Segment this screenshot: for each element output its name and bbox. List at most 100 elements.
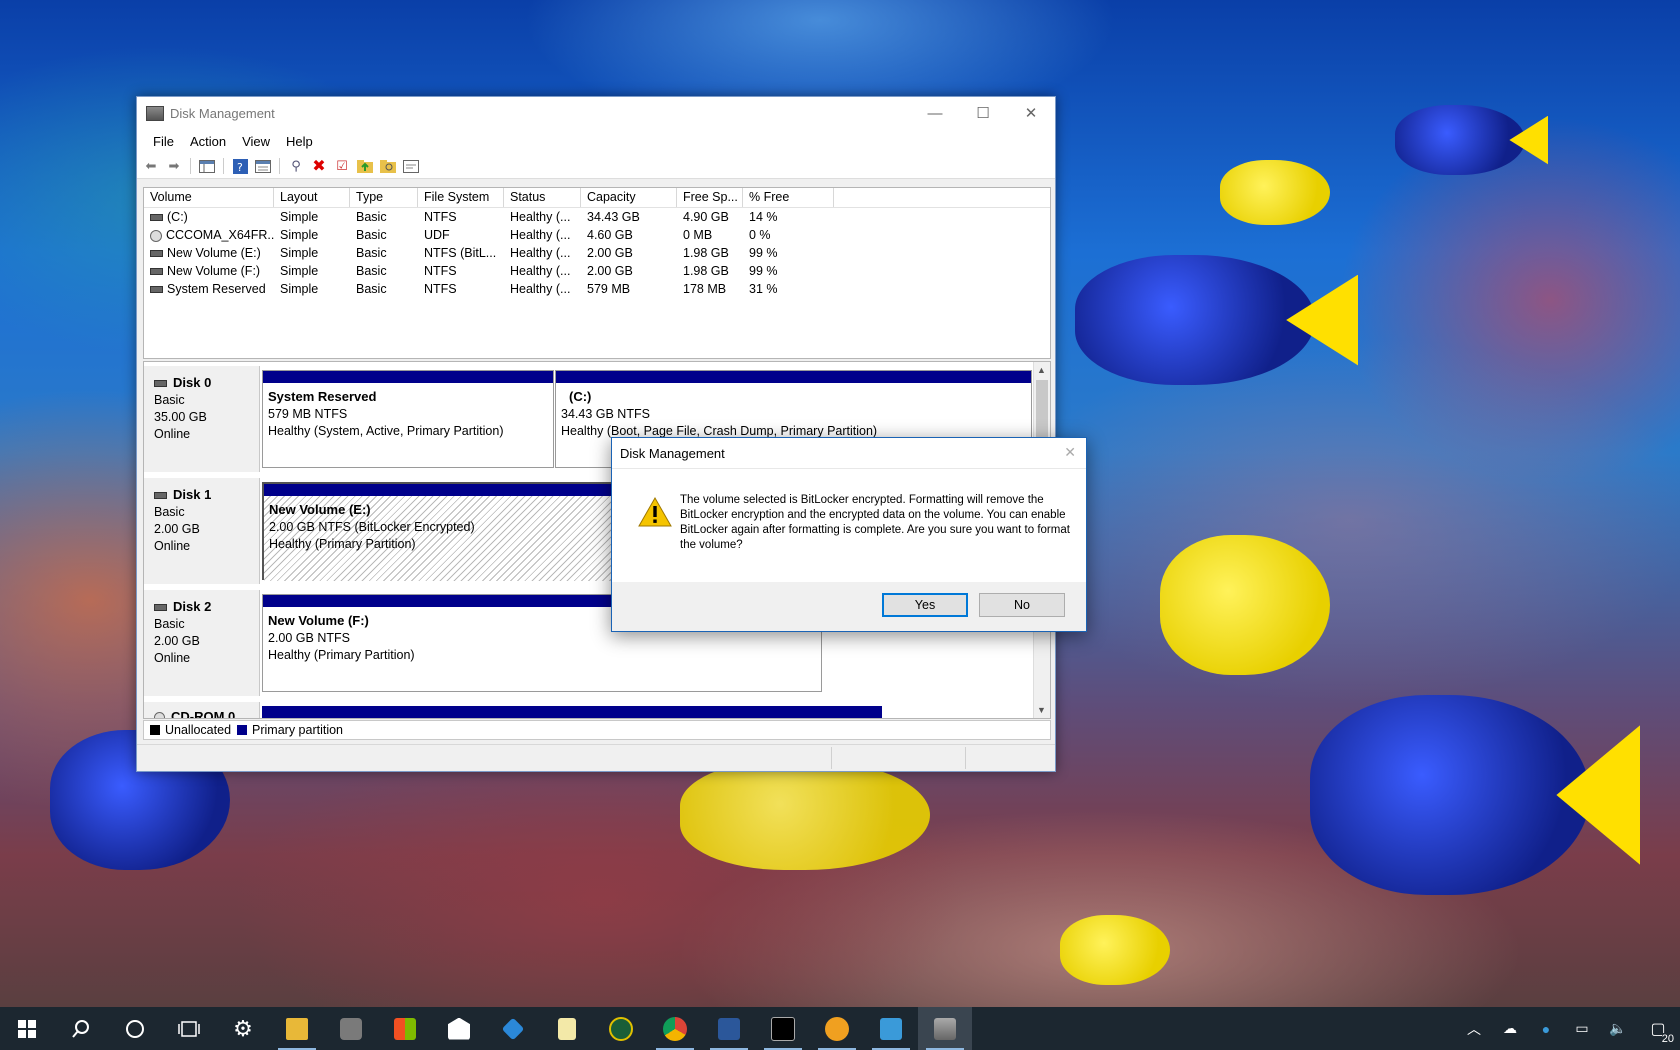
settings-icon[interactable]: ⚙ bbox=[216, 1007, 270, 1050]
menu-action[interactable]: Action bbox=[182, 134, 234, 149]
yes-button[interactable]: Yes bbox=[882, 593, 968, 617]
table-cell: Simple bbox=[280, 228, 319, 242]
volume-name: CCCOMA_X64FR... bbox=[166, 228, 274, 242]
onedrive-icon[interactable]: ☁ bbox=[1492, 1020, 1528, 1037]
column-header-type[interactable]: Type bbox=[350, 188, 418, 207]
task-view-icon[interactable] bbox=[162, 1007, 216, 1050]
menu-view[interactable]: View bbox=[234, 134, 278, 149]
table-cell: Basic bbox=[356, 246, 387, 260]
disk-label[interactable]: Disk 2 Basic 2.00 GB Online bbox=[144, 590, 260, 696]
app-icon[interactable] bbox=[810, 1007, 864, 1050]
column-header-file-system[interactable]: File System bbox=[418, 188, 504, 207]
legend: Unallocated Primary partition bbox=[143, 720, 1051, 740]
notepad-icon[interactable] bbox=[540, 1007, 594, 1050]
forward-arrow-icon[interactable]: ➡ bbox=[164, 157, 184, 175]
store-icon[interactable] bbox=[378, 1007, 432, 1050]
column-header-percent-free[interactable]: % Free bbox=[743, 188, 834, 207]
file-explorer-icon[interactable] bbox=[270, 1007, 324, 1050]
toolbar-separator bbox=[279, 158, 280, 174]
disk-size: 2.00 GB bbox=[154, 522, 200, 536]
volume-list[interactable]: Volume Layout Type File System Status Ca… bbox=[143, 187, 1051, 359]
cd-drive-icon bbox=[154, 712, 165, 718]
column-header-status[interactable]: Status bbox=[504, 188, 581, 207]
disk-state: Online bbox=[154, 651, 191, 665]
maximize-button[interactable]: ☐ bbox=[959, 97, 1007, 129]
table-row[interactable]: (C:) Simple Basic NTFS Healthy (... 34.4… bbox=[144, 208, 1050, 226]
partition-name: (C:) bbox=[569, 389, 592, 404]
properties-view-icon[interactable] bbox=[253, 157, 273, 175]
scroll-down-icon[interactable]: ▼ bbox=[1037, 705, 1046, 715]
drive-icon bbox=[150, 268, 163, 276]
folder-up-icon[interactable] bbox=[355, 157, 375, 175]
status-pane bbox=[965, 747, 1054, 769]
partition-system-reserved[interactable]: System Reserved 579 MB NTFS Healthy (Sys… bbox=[262, 370, 554, 468]
show-hide-console-tree-icon[interactable] bbox=[197, 157, 217, 175]
disk-label[interactable]: Disk 1 Basic 2.00 GB Online bbox=[144, 478, 260, 584]
format-confirm-dialog: Disk Management ✕ The volume selected is… bbox=[611, 437, 1087, 632]
word-icon[interactable] bbox=[702, 1007, 756, 1050]
check-icon[interactable]: ☑ bbox=[332, 157, 352, 175]
close-button[interactable]: ✕ bbox=[1007, 97, 1055, 129]
minimize-button[interactable]: — bbox=[911, 97, 959, 129]
app-icon[interactable] bbox=[486, 1007, 540, 1050]
title-bar[interactable]: Disk Management — ☐ ✕ bbox=[137, 97, 1055, 129]
network-icon[interactable]: ▭ bbox=[1564, 1020, 1600, 1037]
disk-size: 2.00 GB bbox=[154, 634, 200, 648]
chrome-icon[interactable] bbox=[648, 1007, 702, 1050]
table-cell: 4.60 GB bbox=[587, 228, 633, 242]
folder-search-icon[interactable] bbox=[378, 157, 398, 175]
scroll-up-icon[interactable]: ▲ bbox=[1037, 365, 1046, 375]
column-header-capacity[interactable]: Capacity bbox=[581, 188, 677, 207]
help-icon[interactable]: ? bbox=[230, 157, 250, 175]
volume-icon[interactable]: 🔈 bbox=[1600, 1020, 1636, 1037]
table-cell: 178 MB bbox=[683, 282, 727, 296]
table-cell: CCCOMA_X64FR... bbox=[144, 228, 274, 242]
scrollbar-thumb[interactable] bbox=[1036, 380, 1048, 440]
mail-icon[interactable] bbox=[432, 1007, 486, 1050]
app-tray-icon[interactable]: ● bbox=[1528, 1021, 1564, 1037]
column-header-free-space[interactable]: Free Sp... bbox=[677, 188, 743, 207]
app-icon[interactable] bbox=[864, 1007, 918, 1050]
table-cell: Simple bbox=[280, 210, 319, 224]
disk-management-icon[interactable] bbox=[918, 1007, 972, 1050]
table-row[interactable]: New Volume (E:) Simple Basic NTFS (BitL.… bbox=[144, 244, 1050, 262]
connect-disk-icon[interactable]: ⚲ bbox=[286, 157, 306, 175]
windows-start-icon[interactable] bbox=[0, 1007, 54, 1050]
disk-icon bbox=[154, 492, 167, 500]
dialog-footer: Yes No bbox=[612, 582, 1086, 631]
search-icon[interactable] bbox=[54, 1007, 108, 1050]
app-icon[interactable] bbox=[594, 1007, 648, 1050]
table-cell: 1.98 GB bbox=[683, 264, 729, 278]
status-bar bbox=[137, 744, 1055, 771]
partition-status: Healthy (Primary Partition) bbox=[268, 648, 415, 662]
no-button[interactable]: No bbox=[979, 593, 1065, 617]
disk-label[interactable]: CD-ROM 0 bbox=[144, 702, 260, 719]
drive-icon bbox=[150, 250, 163, 258]
table-cell: (C:) bbox=[144, 210, 274, 224]
table-row[interactable]: CCCOMA_X64FR... Simple Basic UDF Healthy… bbox=[144, 226, 1050, 244]
terminal-icon[interactable] bbox=[756, 1007, 810, 1050]
show-hidden-icons-icon[interactable]: ︿ bbox=[1456, 1019, 1492, 1039]
back-arrow-icon[interactable]: ⬅ bbox=[141, 157, 161, 175]
taskbar: ⚙ ︿ ☁ ● ▭ 🔈 ▢ 20 bbox=[0, 1007, 1680, 1050]
table-row[interactable]: System Reserved Simple Basic NTFS Health… bbox=[144, 280, 1050, 298]
camera-icon[interactable] bbox=[324, 1007, 378, 1050]
console-icon[interactable] bbox=[401, 157, 421, 175]
column-header-volume[interactable]: Volume bbox=[144, 188, 274, 207]
dialog-title-bar[interactable]: Disk Management ✕ bbox=[612, 438, 1086, 469]
cortana-icon[interactable] bbox=[108, 1007, 162, 1050]
dialog-message: The volume selected is BitLocker encrypt… bbox=[680, 494, 1070, 551]
delete-icon[interactable]: ✖ bbox=[309, 157, 329, 175]
wallpaper-fish bbox=[1220, 160, 1330, 225]
menu-file[interactable]: File bbox=[145, 134, 182, 149]
dialog-close-button[interactable]: ✕ bbox=[1064, 444, 1076, 461]
action-center-icon[interactable]: ▢ 20 bbox=[1636, 1019, 1680, 1045]
disk-name: CD-ROM 0 bbox=[171, 709, 236, 719]
table-cell: 2.00 GB bbox=[587, 246, 633, 260]
disk-label[interactable]: Disk 0 Basic 35.00 GB Online bbox=[144, 366, 260, 472]
disk-icon bbox=[154, 380, 167, 388]
menu-help[interactable]: Help bbox=[278, 134, 321, 149]
partition-cdrom[interactable] bbox=[262, 706, 882, 718]
table-row[interactable]: New Volume (F:) Simple Basic NTFS Health… bbox=[144, 262, 1050, 280]
column-header-layout[interactable]: Layout bbox=[274, 188, 350, 207]
